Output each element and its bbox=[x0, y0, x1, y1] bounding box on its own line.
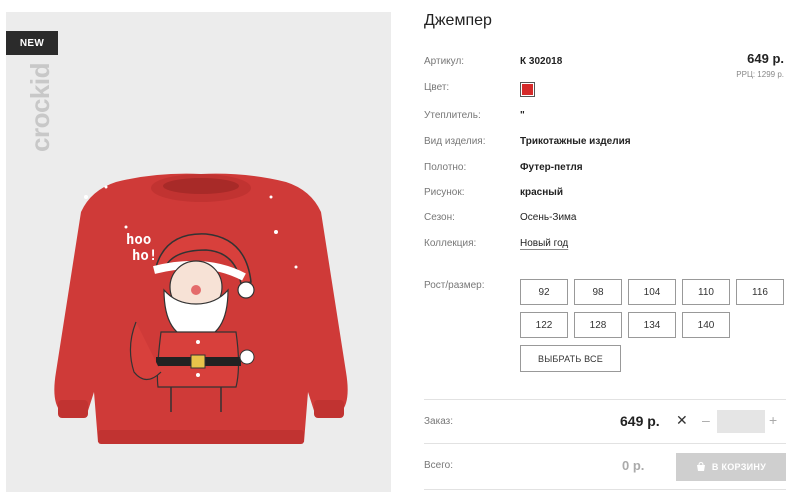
article-value: К 302018 bbox=[520, 56, 563, 67]
divider bbox=[424, 443, 786, 444]
season-value: Осень-Зима bbox=[520, 212, 577, 223]
fabric-value: Футер-петля bbox=[520, 162, 583, 173]
season-label: Сезон: bbox=[424, 212, 455, 223]
insulation-label: Утеплитель: bbox=[424, 110, 481, 121]
color-swatch[interactable] bbox=[520, 82, 535, 97]
size-button-116[interactable]: 116 bbox=[736, 279, 784, 305]
collection-link[interactable]: Новый год bbox=[520, 238, 568, 249]
recommended-price: РРЦ: 1299 р. bbox=[736, 70, 784, 79]
pattern-label: Рисунок: bbox=[424, 187, 465, 198]
size-button-140[interactable]: 140 bbox=[682, 312, 730, 338]
select-all-button[interactable]: ВЫБРАТЬ ВСЕ bbox=[520, 345, 621, 372]
product-image[interactable]: NEW crockid hoo ho! bbox=[6, 12, 391, 492]
multiply-icon: ✕ bbox=[676, 412, 688, 428]
brand-logo: crockid bbox=[25, 63, 55, 152]
color-label: Цвет: bbox=[424, 82, 450, 93]
product-type-label: Вид изделия: bbox=[424, 136, 486, 147]
quantity-input[interactable] bbox=[717, 410, 765, 433]
size-button-110[interactable]: 110 bbox=[682, 279, 730, 305]
add-to-cart-button[interactable]: В КОРЗИНУ bbox=[676, 453, 786, 481]
collection-label: Коллекция: bbox=[424, 238, 477, 249]
sweater-illustration: hoo ho! bbox=[54, 173, 348, 444]
cart-icon bbox=[696, 462, 705, 471]
fabric-label: Полотно: bbox=[424, 162, 467, 173]
increment-button[interactable]: + bbox=[769, 412, 777, 428]
add-to-cart-label: В КОРЗИНУ bbox=[711, 462, 767, 472]
size-button-128[interactable]: 128 bbox=[574, 312, 622, 338]
product-title: Джемпер bbox=[424, 12, 492, 29]
decrement-button[interactable]: – bbox=[702, 412, 710, 428]
size-button-92[interactable]: 92 bbox=[520, 279, 568, 305]
pattern-value: красный bbox=[520, 187, 563, 198]
total-value: 0 р. bbox=[622, 458, 645, 473]
divider bbox=[424, 399, 786, 400]
product-price: 649 р. bbox=[747, 51, 784, 66]
size-button-98[interactable]: 98 bbox=[574, 279, 622, 305]
size-label: Рост/размер: bbox=[424, 280, 485, 291]
divider bbox=[424, 489, 786, 490]
new-badge: NEW bbox=[6, 31, 58, 55]
sweater-text-1: hoo bbox=[126, 232, 151, 248]
color-swatch-fill bbox=[522, 84, 533, 95]
total-label: Всего: bbox=[424, 460, 453, 471]
order-price: 649 р. bbox=[620, 413, 660, 429]
product-type-value: Трикотажные изделия bbox=[520, 136, 631, 147]
article-label: Артикул: bbox=[424, 56, 465, 67]
size-button-122[interactable]: 122 bbox=[520, 312, 568, 338]
insulation-value: " bbox=[520, 110, 525, 121]
order-label: Заказ: bbox=[424, 416, 454, 427]
size-button-134[interactable]: 134 bbox=[628, 312, 676, 338]
sweater-text-2: ho! bbox=[132, 248, 157, 264]
size-button-104[interactable]: 104 bbox=[628, 279, 676, 305]
